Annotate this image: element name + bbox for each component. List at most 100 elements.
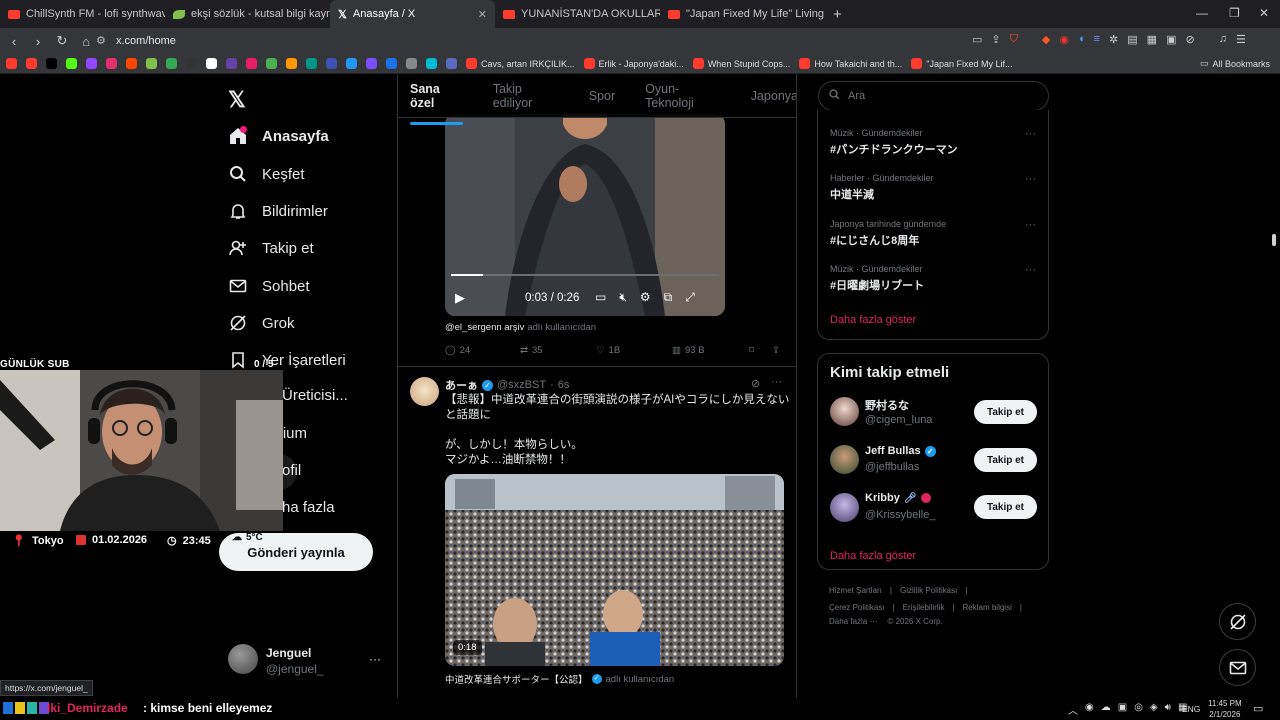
extension-icon[interactable]: ◆: [1042, 33, 1050, 46]
play-icon[interactable]: ▶: [455, 290, 465, 306]
tab-sports[interactable]: Spor: [589, 89, 615, 103]
suggestion-avatar[interactable]: [830, 397, 859, 426]
bookmark-favicon[interactable]: [86, 58, 97, 69]
bookmark-item[interactable]: When Stupid Cops...: [692, 58, 790, 69]
bookmark-favicon[interactable]: [206, 58, 217, 69]
maximize-icon[interactable]: ❐: [1229, 6, 1240, 20]
tab-4[interactable]: "Japan Fixed My Life" Living in Japan: [660, 0, 825, 28]
attribution-user[interactable]: 中道改革連合サポーター【公認】: [445, 672, 588, 686]
extension-icon[interactable]: ◖: [1078, 33, 1085, 46]
footer-ads[interactable]: Reklam bilgisi: [963, 603, 1012, 612]
grok-fab[interactable]: [1219, 603, 1256, 640]
follow-button[interactable]: Takip et: [974, 495, 1037, 519]
footer-privacy[interactable]: Gizlilik Politikası: [900, 586, 957, 595]
tweet-avatar[interactable]: [410, 377, 439, 406]
tab-1[interactable]: ekşi sözlük - kutsal bilgi kaynağı: [165, 0, 330, 28]
discord-icon[interactable]: ◉: [1085, 702, 1094, 717]
bookmark-item[interactable]: How Takaichi and th...: [799, 58, 902, 69]
account-menu-icon[interactable]: ···: [369, 652, 381, 666]
cast-icon[interactable]: ▭: [972, 33, 982, 46]
nav-more[interactable]: ha fazla: [282, 499, 335, 516]
bookmark-favicon[interactable]: [226, 58, 237, 69]
link-icon[interactable]: ⊘: [1185, 33, 1194, 46]
bookmark-favicon[interactable]: [366, 58, 377, 69]
page-scrollbar-thumb[interactable]: [1272, 234, 1276, 246]
x-logo-icon[interactable]: [46, 58, 57, 69]
search-input[interactable]: Ara: [818, 81, 1049, 111]
trend-item[interactable]: Müzik · Gündemdekiler #日曜劇場リブート: [830, 264, 1035, 293]
bookmark-favicon[interactable]: [446, 58, 457, 69]
nav-profile[interactable]: ofil: [282, 462, 301, 479]
taskbar-clock[interactable]: 11:45 PM 2/1/2026: [1208, 698, 1242, 720]
trend-more-icon[interactable]: ···: [1025, 173, 1036, 185]
trend-item[interactable]: Müzik · Gündemdekiler #パンチドランクウーマン: [830, 128, 1035, 157]
pip-icon[interactable]: ⧉: [664, 290, 673, 305]
follow-button[interactable]: Takip et: [974, 400, 1037, 424]
suggestion-avatar[interactable]: [830, 445, 859, 474]
tray-app-icon[interactable]: ◈: [1150, 702, 1158, 717]
trend-item[interactable]: Japonya tarihinde gündemde #にじさんじ8周年: [830, 219, 1035, 248]
tweet-time[interactable]: 6s: [558, 379, 570, 391]
tray-chevron-icon[interactable]: ︿: [1068, 702, 1078, 717]
repost-action[interactable]: ⇄ 35: [520, 345, 543, 356]
site-info-icon[interactable]: ⚙: [96, 32, 106, 50]
trend-more-icon[interactable]: ···: [1025, 128, 1036, 140]
account-avatar[interactable]: [228, 644, 258, 674]
show-more-link[interactable]: Daha fazla göster: [830, 550, 916, 562]
bookmark-favicon[interactable]: [106, 58, 117, 69]
trend-more-icon[interactable]: ···: [1025, 264, 1036, 276]
language-indicator[interactable]: ENG: [1182, 704, 1200, 714]
suggestion-avatar[interactable]: [830, 493, 859, 522]
bookmark-action[interactable]: ⌑: [749, 345, 754, 356]
bookmark-favicon[interactable]: [286, 58, 297, 69]
trend-more-icon[interactable]: ···: [1025, 219, 1036, 231]
bookmark-favicon[interactable]: [26, 58, 37, 69]
suggestion-name[interactable]: Kribby: [865, 492, 900, 504]
share-icon[interactable]: ⇪: [991, 33, 1000, 46]
follow-button[interactable]: Takip et: [974, 448, 1037, 472]
tab-2[interactable]: 𝕏 Anasayfa / X ✕: [330, 0, 495, 28]
tweet-author-name[interactable]: あーぁ: [445, 377, 478, 393]
captions-icon[interactable]: ▭: [595, 290, 606, 305]
tweet-video[interactable]: ▶ 0:03 / 0:26 ▭ 🔇︎ ⚙ ⧉ ⤢: [445, 114, 725, 316]
music-icon[interactable]: ♫: [1219, 33, 1227, 46]
bookmark-favicon[interactable]: [166, 58, 177, 69]
bookmark-item[interactable]: Erlik - Japonya'daki...: [583, 58, 684, 69]
puzzle-icon[interactable]: ✲: [1109, 33, 1118, 46]
bookmark-favicon[interactable]: [406, 58, 417, 69]
tweet-author-handle[interactable]: @sxzBST: [497, 379, 546, 391]
tray-app-icon[interactable]: ▣: [1118, 702, 1127, 717]
suggestion-name[interactable]: 野村るな: [865, 397, 909, 413]
nav-bookmarks[interactable]: Yer İşaretleri: [228, 350, 346, 370]
close-window-icon[interactable]: ✕: [1259, 6, 1269, 20]
footer-more[interactable]: Daha fazla ···: [829, 617, 877, 626]
close-tab-icon[interactable]: ✕: [478, 8, 487, 21]
tray-app-icon[interactable]: ◎: [1134, 702, 1143, 717]
views-action[interactable]: ▥ 93 B: [672, 345, 705, 356]
bookmark-item[interactable]: "Japan Fixed My Lif...: [911, 58, 1012, 69]
cloud-icon[interactable]: ☁: [1101, 702, 1111, 717]
forward-icon[interactable]: ›: [28, 34, 48, 49]
video-progress-track[interactable]: [451, 274, 719, 276]
messages-fab[interactable]: [1219, 649, 1256, 686]
notification-center-icon[interactable]: ▭: [1253, 702, 1263, 715]
new-tab-button[interactable]: +: [833, 6, 842, 23]
bookmark-favicon[interactable]: [146, 58, 157, 69]
nav-grok[interactable]: Grok: [228, 313, 295, 333]
x-logo-icon[interactable]: 𝕏: [228, 87, 246, 113]
nav-chat[interactable]: Sohbet: [228, 276, 310, 296]
nav-explore[interactable]: Keşfet: [228, 164, 305, 184]
bookmark-favicon[interactable]: [186, 58, 197, 69]
share-action[interactable]: ⇪: [772, 345, 780, 356]
bookmark-favicon[interactable]: [6, 58, 17, 69]
back-icon[interactable]: ‹: [4, 34, 24, 49]
footer-cookies[interactable]: Çerez Politikası: [829, 603, 885, 612]
bookmark-favicon[interactable]: [346, 58, 357, 69]
tab-following[interactable]: Takip ediliyor: [493, 82, 559, 110]
extension-icon[interactable]: ≡: [1094, 33, 1100, 46]
tab-japan[interactable]: Japonya: [751, 89, 796, 103]
like-action[interactable]: ♡ 1B: [596, 345, 620, 356]
bookmark-item[interactable]: Cavs, artan IRKÇILIK...: [466, 58, 575, 69]
suggestion-name[interactable]: Jeff Bullas: [865, 445, 921, 457]
bookmark-favicon[interactable]: [126, 58, 137, 69]
